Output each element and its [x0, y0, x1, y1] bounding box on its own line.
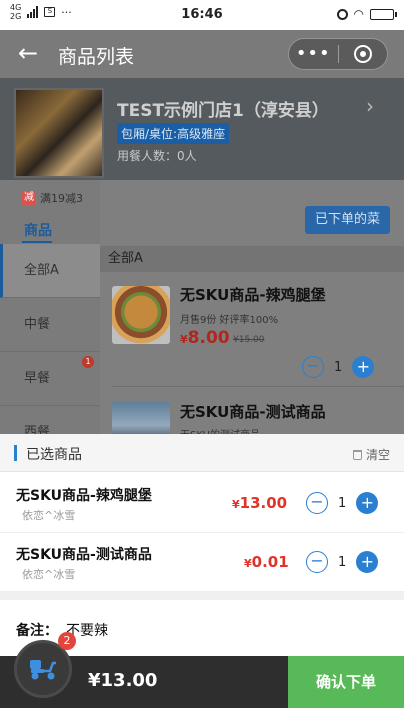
- cart-title: 已选商品: [26, 447, 82, 463]
- promo-text: 满19减3: [40, 192, 83, 205]
- ordered-dishes-button[interactable]: 已下单的菜: [304, 206, 390, 234]
- remark-label: 备注：: [16, 623, 58, 639]
- wifi-icon: ◠: [353, 7, 364, 21]
- trash-icon: [352, 449, 362, 460]
- quantity-value: 1: [334, 359, 343, 375]
- quantity-value: 1: [338, 495, 347, 511]
- status-right: ◠: [336, 7, 397, 21]
- row-divider: [112, 386, 404, 387]
- store-header[interactable]: TEST示例门店1（淳安县） › 包厢/桌位:高级雅座 用餐人数：0人: [0, 78, 404, 180]
- price-value: 0.01: [251, 553, 289, 571]
- miniprogram-capsule: •••: [288, 38, 388, 70]
- total-price: ¥13.00: [88, 670, 158, 691]
- title-bar: ← 商品列表 •••: [0, 30, 404, 78]
- product-sales: 月售9份 好评率100%: [180, 315, 279, 326]
- quantity-value: 1: [338, 554, 347, 570]
- category-item-chinese[interactable]: 中餐: [0, 298, 100, 352]
- plus-button[interactable]: +: [356, 551, 379, 573]
- product-price: ¥8.00: [180, 328, 230, 348]
- tab-underline: [22, 241, 52, 243]
- price-value: 13.00: [239, 494, 288, 512]
- cart-item: 无SKU商品-测试商品 依恋^冰雪 ¥0.01 − 1 +: [0, 533, 404, 592]
- category-badge: 1: [82, 356, 94, 368]
- category-item-all-a[interactable]: 全部A: [0, 244, 100, 298]
- promo-banner: 减 满19减3: [22, 190, 83, 206]
- product-name[interactable]: 无SKU商品-辣鸡腿堡: [180, 284, 326, 305]
- tab-goods[interactable]: 商品: [24, 220, 52, 240]
- category-label: 早餐: [24, 371, 51, 386]
- section-gap: [0, 592, 404, 600]
- status-bar: 4G 2G S ··· 16:46 ◠: [0, 0, 404, 30]
- minus-button[interactable]: −: [306, 492, 328, 514]
- scooter-icon: [30, 660, 56, 680]
- store-name: TEST示例门店1（淳安县）: [117, 101, 329, 121]
- category-item-breakfast[interactable]: 早餐 1: [0, 352, 100, 406]
- diner-count: 用餐人数：0人: [117, 149, 197, 163]
- cart-item-price: ¥13.00: [232, 494, 287, 512]
- product-name[interactable]: 无SKU商品-测试商品: [180, 401, 326, 422]
- product-image[interactable]: [112, 286, 170, 344]
- page-title: 商品列表: [58, 46, 135, 68]
- chevron-right-icon[interactable]: ›: [366, 94, 374, 118]
- currency-symbol: ¥: [244, 557, 252, 570]
- quantity-stepper: − 1 +: [302, 356, 375, 378]
- selected-items-panel: 已选商品 清空 无SKU商品-辣鸡腿堡 依恋^冰雪 ¥13.00 − 1 + 无…: [0, 434, 404, 656]
- cart-item-name: 无SKU商品-辣鸡腿堡: [16, 488, 152, 504]
- store-photo: [14, 88, 104, 178]
- more-dots-icon[interactable]: •••: [289, 40, 338, 68]
- minus-button[interactable]: −: [306, 551, 328, 573]
- category-sidebar: 减 满19减3 商品 全部A 中餐 早餐 1 西餐: [0, 180, 100, 460]
- cart-item-name: 无SKU商品-测试商品: [16, 547, 152, 563]
- cart-item-user: 依恋^冰雪: [22, 568, 76, 581]
- cart-count-badge: 2: [58, 632, 76, 650]
- quantity-stepper: − 1 +: [306, 492, 379, 514]
- price-value: 8.00: [187, 328, 230, 348]
- minus-button[interactable]: −: [302, 356, 324, 378]
- clear-label: 清空: [365, 448, 390, 462]
- record-close-icon[interactable]: [339, 45, 388, 63]
- plus-button[interactable]: +: [356, 492, 379, 514]
- clear-button[interactable]: 清空: [352, 446, 390, 463]
- cart-item: 无SKU商品-辣鸡腿堡 依恋^冰雪 ¥13.00 − 1 +: [0, 474, 404, 533]
- seat-tag: 包厢/桌位:高级雅座: [117, 123, 230, 144]
- plus-button[interactable]: +: [352, 356, 375, 378]
- header-accent-bar: [14, 445, 17, 461]
- cart-item-user: 依恋^冰雪: [22, 509, 76, 522]
- confirm-order-button[interactable]: 确认下单: [288, 656, 404, 708]
- discount-badge: 减: [22, 191, 36, 205]
- quantity-stepper: − 1 +: [306, 551, 379, 573]
- alarm-icon: [336, 8, 348, 20]
- section-title: 全部A: [100, 246, 404, 272]
- original-price: ¥15.00: [233, 335, 265, 345]
- currency-symbol: ¥: [180, 333, 188, 346]
- product-list: 已下单的菜 全部A 无SKU商品-辣鸡腿堡 月售9份 好评率100% ¥8.00…: [100, 180, 404, 460]
- currency-symbol: ¥: [232, 498, 240, 511]
- cart-item-price: ¥0.01: [244, 553, 289, 571]
- battery-icon: [370, 8, 397, 20]
- cart-header: 已选商品 清空: [0, 434, 404, 472]
- back-arrow-icon[interactable]: ←: [18, 38, 38, 68]
